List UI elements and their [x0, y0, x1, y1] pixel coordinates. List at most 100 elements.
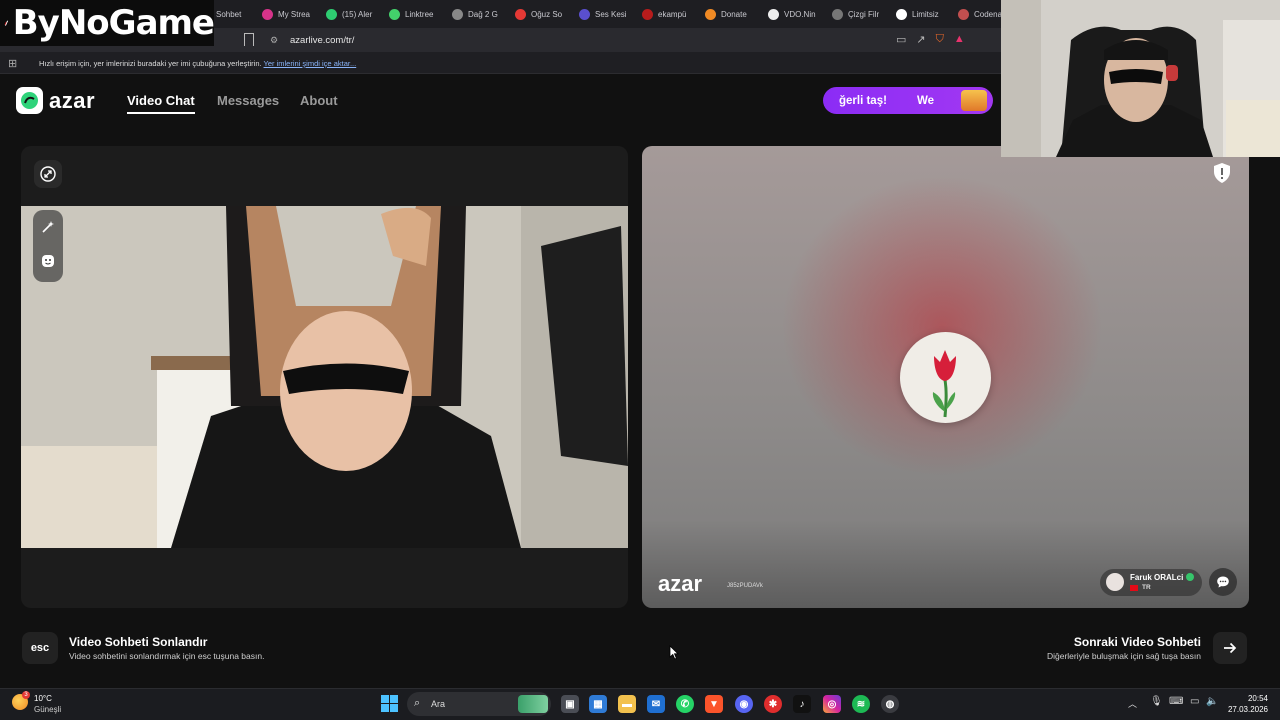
weather-badge: 3	[22, 691, 30, 699]
webcam-image	[1001, 0, 1280, 157]
chat-button[interactable]	[1209, 568, 1237, 596]
weather-temperature: 10°C	[34, 694, 52, 703]
stream-logo-overlay: ByNoGame	[0, 0, 215, 46]
next-chat-button[interactable]	[1213, 632, 1247, 664]
tiktok-icon[interactable]: ♪	[793, 695, 811, 713]
remote-user-avatar	[1106, 573, 1124, 591]
store-icon[interactable]: ▦	[589, 695, 607, 713]
streamer-webcam-overlay	[1001, 0, 1280, 157]
face-filter-icon	[42, 255, 54, 267]
local-camera-feed	[21, 206, 628, 548]
tab-favicon-icon	[452, 8, 463, 20]
active-tab-underline	[127, 112, 195, 114]
url-field[interactable]: azarlive.com/tr/	[290, 35, 354, 46]
tab-favicon-icon	[326, 8, 337, 20]
tab-item[interactable]: My Strea	[262, 4, 312, 24]
remote-avatar	[900, 332, 991, 423]
promo-text-secondary: We	[916, 94, 934, 107]
azar-logo-icon	[16, 87, 43, 114]
tab-favicon-icon	[515, 8, 526, 20]
tab-item[interactable]: Donate	[705, 4, 755, 24]
azar-logo[interactable]: azar	[16, 87, 95, 114]
end-chat-hint: Video sohbetini sonlandırmak için esc tu…	[69, 651, 265, 661]
promo-text: ğerli taş!	[839, 94, 887, 107]
tab-item[interactable]: Codena	[958, 4, 1002, 24]
network-icon[interactable]: ▭	[1190, 696, 1199, 707]
verified-badge-icon	[1186, 573, 1194, 581]
site-settings-icon[interactable]: ⚙	[270, 35, 278, 46]
tab-item[interactable]: ekampü	[642, 4, 692, 24]
tab-favicon-icon	[896, 8, 907, 20]
nav-about[interactable]: About	[300, 93, 338, 108]
search-icon: ⌕	[414, 697, 421, 709]
tab-favicon-icon	[579, 8, 590, 20]
tab-item[interactable]: Sohbet	[216, 4, 246, 24]
magic-wand-icon	[42, 221, 54, 233]
bookmark-icon[interactable]	[244, 33, 254, 46]
tab-item[interactable]: Ses Kesi	[579, 4, 627, 24]
apps-grid-icon[interactable]: ⊞	[8, 57, 17, 70]
search-highlight-icon[interactable]	[518, 695, 548, 713]
windows-start-icon[interactable]	[381, 695, 398, 712]
tab-item[interactable]: Linktree	[389, 4, 437, 24]
tab-item[interactable]: (15) Aler	[326, 4, 374, 24]
obs-studio-icon[interactable]: ◍	[881, 695, 899, 713]
next-chat-title: Sonraki Video Sohbeti	[1073, 635, 1201, 649]
brave-shield-icon[interactable]: ⛉	[936, 33, 944, 46]
expand-icon	[40, 166, 56, 182]
microphone-icon[interactable]: 🎙	[1150, 696, 1163, 707]
keyboard-icon[interactable]: ⌨	[1169, 696, 1183, 707]
tab-favicon-icon	[262, 8, 273, 20]
tab-item[interactable]: Çizgi Filr	[832, 4, 882, 24]
end-chat-title: Video Sohbeti Sonlandır	[69, 635, 208, 649]
promo-banner[interactable]: ğerli taş! We	[823, 87, 993, 114]
next-chat-hint: Diğerleriyle buluşmak için sağ tuşa bası…	[1046, 651, 1201, 661]
obs-red-icon[interactable]: ✱	[764, 695, 782, 713]
report-button[interactable]	[1212, 162, 1232, 184]
taskbar-search-placeholder: Ara	[431, 699, 446, 709]
shield-alert-icon	[1214, 163, 1230, 183]
discord-icon[interactable]: ◉	[735, 695, 753, 713]
instagram-icon[interactable]: ◎	[823, 695, 841, 713]
import-bookmarks-link[interactable]: Yer imlerini şimdi içe aktar...	[264, 59, 357, 68]
tulip-icon	[932, 350, 956, 418]
brave-rewards-icon[interactable]: ▲	[954, 33, 965, 46]
gift-chest-icon	[961, 90, 987, 111]
face-filter-button[interactable]	[34, 247, 62, 275]
tab-item[interactable]: Limitsiz	[896, 4, 944, 24]
clock-date[interactable]: 27.03.2026	[1222, 705, 1268, 714]
arrow-right-icon	[1224, 642, 1237, 654]
tab-favicon-icon	[642, 8, 653, 20]
session-id: J85zPUDAVk	[727, 583, 763, 589]
nav-messages[interactable]: Messages	[217, 93, 279, 108]
windows-taskbar	[0, 688, 1280, 720]
tab-item[interactable]: Oğuz So	[515, 4, 565, 24]
expand-button[interactable]	[34, 160, 62, 188]
tab-favicon-icon	[768, 8, 779, 20]
bynogame-logo-icon	[4, 20, 9, 26]
brave-browser-icon[interactable]: ▼	[705, 695, 723, 713]
tab-favicon-icon	[705, 8, 716, 20]
tray-overflow-icon[interactable]: ︿	[1128, 697, 1137, 710]
tab-item[interactable]: Dağ 2 G	[452, 4, 500, 24]
chat-bubble-icon	[1217, 576, 1229, 588]
whatsapp-icon[interactable]: ✆	[676, 695, 694, 713]
nav-video-chat[interactable]: Video Chat	[127, 93, 195, 108]
task-view-icon[interactable]: ▣	[561, 695, 579, 713]
tab-favicon-icon	[958, 8, 969, 20]
end-chat-button[interactable]: esc	[22, 632, 58, 664]
tab-favicon-icon	[832, 8, 843, 20]
tab-item[interactable]: VDO.Nin	[768, 4, 818, 24]
spotify-icon[interactable]: ≋	[852, 695, 870, 713]
cast-icon[interactable]: ▭	[896, 33, 906, 46]
weather-description: Güneşli	[34, 705, 62, 714]
remote-user-name: Faruk ORALci	[1130, 573, 1184, 582]
share-icon[interactable]: ↗	[916, 33, 925, 46]
clock-time[interactable]: 20:54	[1228, 694, 1268, 703]
volume-icon[interactable]: 🔈	[1206, 696, 1218, 707]
bookmarks-hint: Hızlı erişim için, yer imlerinizi burada…	[39, 59, 357, 68]
effects-button[interactable]	[34, 213, 62, 241]
file-explorer-icon[interactable]: ▬	[618, 695, 636, 713]
stream-logo-text: ByNoGame	[12, 3, 215, 43]
mail-icon[interactable]: ✉	[647, 695, 665, 713]
